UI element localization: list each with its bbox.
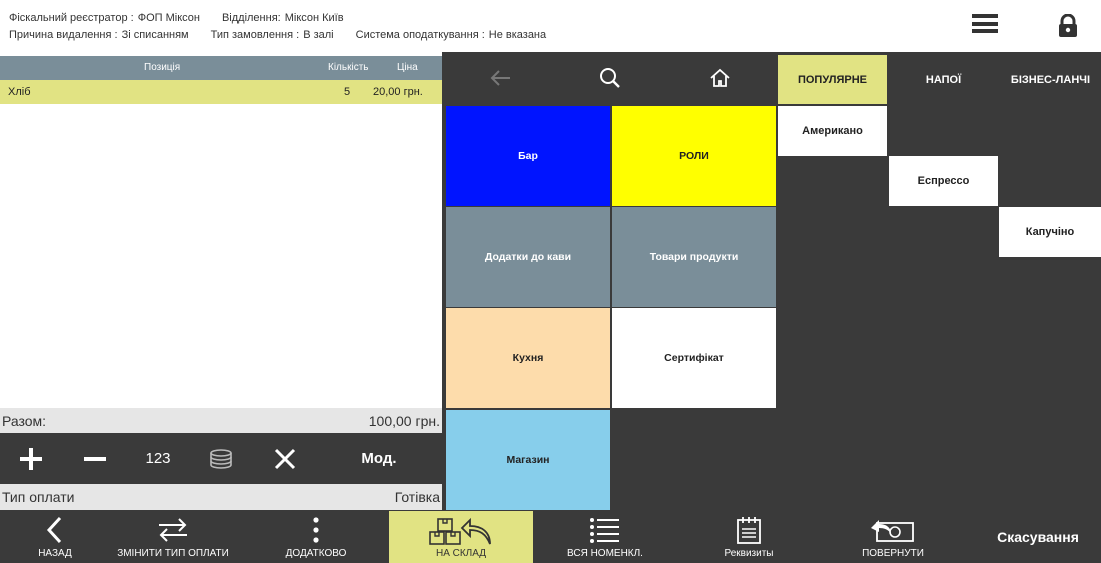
payment-type-label: Тип оплати	[2, 489, 75, 505]
back-arrow-icon[interactable]	[446, 52, 554, 104]
coins-icon[interactable]	[200, 433, 242, 484]
order-type-label: Тип замовлення :	[210, 29, 300, 41]
payment-type-row[interactable]: Тип оплати Готівка	[0, 484, 442, 510]
tax-system-value: Не вказана	[488, 29, 547, 41]
change-payment-type-button[interactable]: ЗМІНИТИ ТИП ОПЛАТИ	[112, 511, 234, 563]
pos-screen: Фіскальний реєстратор : ФОП Міксон Відділе…	[0, 0, 1101, 563]
category-bar[interactable]: Бар	[446, 106, 610, 206]
document-icon	[737, 517, 761, 544]
money-return-icon	[871, 520, 914, 542]
product-espresso[interactable]: Еспрессо	[889, 156, 998, 206]
requisites-label: Реквизиты	[724, 548, 774, 559]
cancel-button[interactable]: Скасування	[975, 511, 1101, 563]
warehouse-return-icon	[429, 517, 491, 545]
category-coffee-addons[interactable]: Додатки до кави	[446, 207, 610, 307]
tab-popular[interactable]: ПОПУЛЯРНЕ	[778, 55, 887, 104]
return-label: ПОВЕРНУТИ	[862, 548, 924, 559]
total-value: 100,00 грн.	[368, 413, 440, 429]
category-certificate[interactable]: Сертифікат	[612, 308, 776, 408]
order-type-value: В залі	[303, 29, 334, 41]
header-line-1: Фіскальний реєстратор : ФОП Міксон Відділе…	[9, 12, 348, 24]
chevron-left-icon	[46, 516, 62, 544]
bottom-bar: НАЗАД ЗМІНИТИ ТИП ОПЛАТИ ДОДАТКОВО НА СК…	[0, 511, 1101, 563]
row-price: 20,00 грн.	[373, 86, 423, 98]
category-goods-products[interactable]: Товари продукти	[612, 207, 776, 307]
total-row: Разом: 100,00 грн.	[0, 408, 442, 433]
menu-icon[interactable]	[972, 14, 998, 38]
more-button[interactable]: ДОДАТКОВО	[276, 511, 356, 563]
lock-icon[interactable]	[1057, 13, 1079, 38]
order-panel: Позиція Кількість Ціна Хліб 5 20,00 грн.…	[0, 52, 442, 510]
row-position: Хліб	[8, 86, 31, 98]
category-shop[interactable]: Магазин	[446, 410, 610, 510]
search-icon[interactable]	[556, 52, 664, 104]
fiscal-value: ФОП Міксон	[137, 12, 200, 24]
to-warehouse-button[interactable]: НА СКЛАД	[389, 511, 533, 563]
home-icon[interactable]	[666, 52, 774, 104]
table-row[interactable]: Хліб 5 20,00 грн.	[0, 80, 442, 104]
category-rolls[interactable]: РОЛИ	[612, 106, 776, 206]
branch-value: Міксон Київ	[284, 12, 344, 24]
back-label: НАЗАД	[38, 548, 72, 559]
minus-icon[interactable]	[74, 433, 116, 484]
row-quantity: 5	[344, 86, 351, 98]
tab-drinks[interactable]: НАПОЇ	[889, 55, 998, 104]
column-price: Ціна	[397, 62, 418, 73]
deletion-reason-label: Причина видалення :	[9, 29, 118, 41]
order-table-header: Позиція Кількість Ціна	[0, 56, 442, 80]
tax-system-label: Система оподаткування :	[355, 29, 485, 41]
total-label: Разом:	[2, 413, 47, 429]
modifier-button[interactable]: Мод.	[348, 433, 410, 484]
return-button[interactable]: ПОВЕРНУТИ	[852, 511, 934, 563]
branch-label: Відділення:	[221, 12, 281, 24]
swap-arrows-icon	[159, 518, 187, 542]
column-position: Позиція	[144, 62, 181, 73]
header-line-2: Причина видалення : Зі списанням Тип замов…	[9, 29, 550, 41]
tab-business-lunches[interactable]: БІЗНЕС-ЛАНЧІ	[1000, 55, 1101, 104]
header: Фіскальний реєстратор : ФОП Міксон Відділе…	[0, 0, 1101, 52]
list-icon	[590, 518, 619, 543]
plus-icon[interactable]	[10, 433, 52, 484]
column-quantity: Кількість	[328, 62, 369, 73]
delete-icon[interactable]	[264, 433, 306, 484]
to-warehouse-label: НА СКЛАД	[435, 548, 487, 559]
all-items-label: ВСЯ НОМЕНКЛ.	[567, 548, 643, 559]
more-vertical-icon	[313, 517, 319, 543]
back-button[interactable]: НАЗАД	[20, 511, 90, 563]
order-toolbar: 123 Мод.	[0, 433, 442, 484]
quantity-input-button[interactable]: 123	[134, 433, 182, 484]
more-label: ДОДАТКОВО	[285, 548, 347, 559]
change-payment-type-label: ЗМІНИТИ ТИП ОПЛАТИ	[117, 548, 229, 559]
requisites-button[interactable]: Реквизиты	[712, 511, 786, 563]
all-items-button[interactable]: ВСЯ НОМЕНКЛ.	[560, 511, 650, 563]
payment-type-value: Готівка	[394, 489, 440, 505]
product-cappuccino[interactable]: Капучіно	[999, 207, 1101, 257]
product-americano[interactable]: Американо	[778, 106, 887, 156]
deletion-reason-value: Зі списанням	[121, 29, 189, 41]
fiscal-label: Фіскальний реєстратор :	[9, 12, 134, 24]
category-kitchen[interactable]: Кухня	[446, 308, 610, 408]
